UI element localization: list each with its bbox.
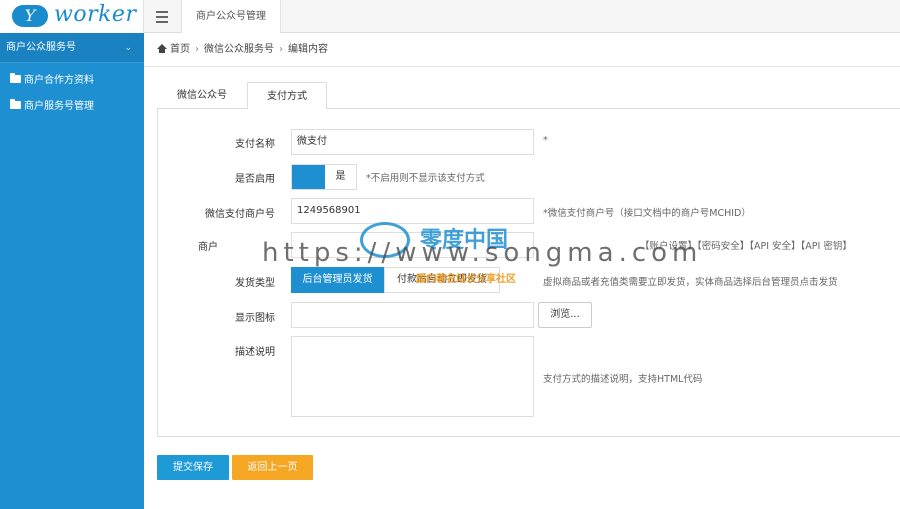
delivery-admin-option[interactable]: 后台管理员发货 <box>291 267 384 293</box>
top-bar: Y worker 商户公众号管理 <box>0 0 900 33</box>
folder-icon <box>10 73 21 83</box>
sidebar-section-title: 商户公众服务号 <box>6 42 76 53</box>
browse-button[interactable]: 浏览... <box>538 302 592 328</box>
sidebar-item-label: 商户服务号管理 <box>24 101 94 112</box>
submit-button[interactable]: 提交保存 <box>157 455 229 480</box>
merchant-id-hint: *微信支付商户号（接口文档中的商户号MCHID） <box>543 208 751 219</box>
logo-text: worker <box>54 2 137 27</box>
watermark-subtitle: 国内著名站长分享社区 <box>416 274 516 285</box>
display-icon-input[interactable] <box>291 302 534 328</box>
merchant-key-label: 商户 <box>198 242 218 253</box>
tab-payment-method[interactable]: 支付方式 <box>247 82 327 110</box>
enabled-toggle[interactable]: 是 <box>291 164 357 190</box>
sidebar: 商户公众服务号 ⌄ 商户合作方资料 商户服务号管理 <box>0 33 144 509</box>
toggle-knob <box>292 165 325 189</box>
pay-name-hint: * <box>543 135 548 146</box>
breadcrumb-home[interactable]: 首页 <box>170 44 190 55</box>
sidebar-item-service-account[interactable]: 商户服务号管理 <box>0 94 144 120</box>
breadcrumb-level1[interactable]: 微信公众服务号 <box>204 44 274 55</box>
breadcrumb-current: 编辑内容 <box>288 44 328 55</box>
pay-name-input[interactable]: 微支付 <box>291 129 534 155</box>
delivery-type-label: 发货类型 <box>235 278 275 289</box>
sidebar-item-label: 商户合作方资料 <box>24 75 94 86</box>
sidebar-item-partner-info[interactable]: 商户合作方资料 <box>0 68 144 94</box>
logo-badge: Y <box>12 5 48 27</box>
top-tab-active[interactable]: 商户公众号管理 <box>181 0 281 33</box>
pay-name-label: 支付名称 <box>235 139 275 150</box>
tab-bar: 微信公众号 支付方式 <box>157 82 900 110</box>
folder-icon <box>10 99 21 109</box>
delivery-type-hint: 虚拟商品或者充值类需要立即发货，实体商品选择后台管理员点击发货 <box>543 277 838 288</box>
logo[interactable]: Y worker <box>0 0 144 33</box>
description-hint: 支付方式的描述说明，支持HTML代码 <box>543 374 703 385</box>
breadcrumb-separator: › <box>279 44 283 55</box>
hamburger-icon <box>156 10 168 13</box>
tab-wechat-account[interactable]: 微信公众号 <box>157 82 247 109</box>
breadcrumb-separator: › <box>195 44 199 55</box>
description-label: 描述说明 <box>235 347 275 358</box>
breadcrumb: 首页 › 微信公众服务号 › 编辑内容 <box>144 33 900 67</box>
back-button[interactable]: 返回上一页 <box>232 455 313 480</box>
menu-toggle-button[interactable] <box>144 0 180 33</box>
enabled-label: 是否启用 <box>235 174 275 185</box>
sidebar-section-header[interactable]: 商户公众服务号 ⌄ <box>0 33 144 63</box>
merchant-id-input[interactable]: 1249568901 <box>291 198 534 224</box>
home-icon <box>157 43 167 53</box>
merchant-id-label: 微信支付商户号 <box>205 209 275 220</box>
enabled-hint: *不启用则不显示该支付方式 <box>366 173 485 184</box>
watermark-url: https://www.songma.com <box>262 238 703 268</box>
chevron-down-icon: ⌄ <box>124 43 132 53</box>
description-textarea[interactable] <box>291 336 534 417</box>
toggle-label: 是 <box>335 171 346 182</box>
display-icon-label: 显示图标 <box>235 313 275 324</box>
